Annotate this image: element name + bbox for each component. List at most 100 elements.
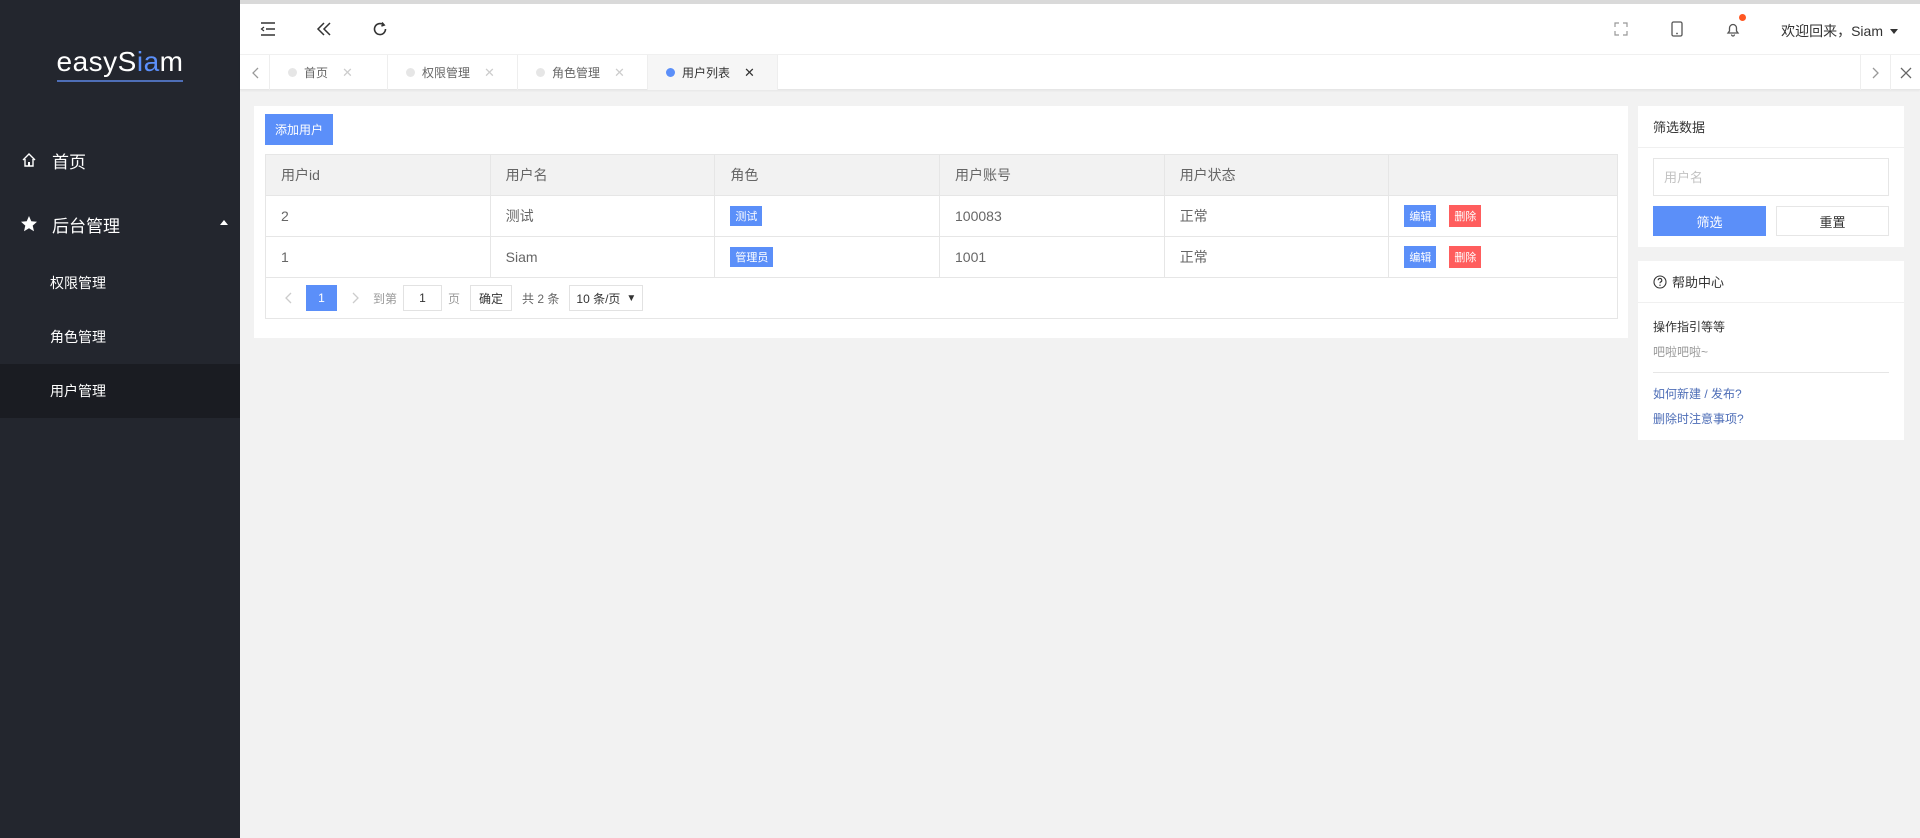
filter-button[interactable]: 筛选	[1653, 206, 1766, 236]
delete-button[interactable]: 删除	[1449, 205, 1482, 227]
tab-user-list[interactable]: 用户列表 ✕	[648, 55, 778, 90]
cell-role: 测试	[715, 196, 941, 236]
mobile-icon[interactable]	[1666, 18, 1688, 40]
cell-username: 测试	[491, 196, 716, 236]
column-header[interactable]: 用户名	[491, 155, 716, 195]
refresh-icon[interactable]	[369, 18, 391, 40]
tab-label: 首页	[304, 66, 329, 80]
tabs-scroll-left-icon[interactable]	[240, 55, 270, 90]
cell-role: 管理员	[715, 237, 941, 277]
user-list-card: 添加用户 用户id 用户名 角色 用户账号 用户状态 2 测试 测试 10008…	[254, 106, 1628, 338]
help-panel: 帮助中心 操作指引等等 吧啦吧啦~ 如何新建 / 发布? 删除时注意事项?	[1638, 261, 1904, 440]
close-icon[interactable]: ✕	[614, 65, 625, 81]
edit-button[interactable]: 编辑	[1404, 205, 1437, 227]
tab-dot	[666, 68, 675, 77]
pagination: 1 到第 页 确定 共 2 条 10 条/页 ▼	[266, 278, 1617, 318]
sidebar-item-label: 首页	[52, 152, 86, 172]
logo[interactable]: easySiam	[0, 0, 240, 128]
page-size-select[interactable]: 10 条/页 ▼	[569, 285, 644, 311]
username-filter-input[interactable]	[1653, 158, 1889, 196]
caret-down-icon	[1890, 28, 1898, 34]
help-subtitle: 操作指引等等	[1653, 320, 1726, 334]
help-description: 吧啦吧啦~	[1653, 343, 1889, 373]
sidebar-item-home[interactable]: 首页	[0, 128, 240, 192]
sidebar-subitem-label: 权限管理	[50, 275, 106, 291]
help-link-create-publish[interactable]: 如何新建 / 发布?	[1653, 385, 1889, 402]
home-icon	[20, 151, 38, 169]
role-badge: 管理员	[730, 247, 774, 267]
sidebar: easySiam 首页 后台管理 权限管理 角色管理 用户管理	[0, 0, 240, 838]
top-header: 欢迎回来，Siam	[240, 0, 1920, 55]
tab-label: 用户列表	[682, 66, 731, 80]
close-all-tabs-icon[interactable]	[1890, 55, 1920, 90]
column-header[interactable]: 用户账号	[940, 155, 1165, 195]
logo-prefix: easyS	[56, 46, 137, 77]
sidebar-item-backend[interactable]: 后台管理	[0, 192, 240, 256]
table-row[interactable]: 1 Siam 管理员 1001 正常 编辑 删除	[266, 237, 1617, 278]
cell-actions: 编辑 删除	[1389, 196, 1617, 236]
page-size-value: 10 条/页	[576, 291, 621, 306]
table-header: 用户id 用户名 角色 用户账号 用户状态	[266, 155, 1617, 196]
cell-account: 1001	[940, 237, 1165, 277]
sidebar-subitem-permissions[interactable]: 权限管理	[0, 256, 240, 310]
column-header[interactable]: 用户id	[266, 155, 491, 195]
bell-icon[interactable]	[1722, 14, 1746, 40]
add-user-button[interactable]: 添加用户	[265, 114, 334, 145]
cell-username: Siam	[491, 237, 716, 277]
user-table: 用户id 用户名 角色 用户账号 用户状态 2 测试 测试 100083 正常 …	[265, 154, 1618, 319]
edit-button[interactable]: 编辑	[1404, 246, 1437, 268]
page-unit-label: 页	[448, 291, 461, 306]
goto-confirm-button[interactable]: 确定	[470, 285, 513, 311]
prev-page-icon[interactable]	[276, 285, 300, 311]
tab-label: 权限管理	[422, 66, 471, 80]
reset-button[interactable]: 重置	[1776, 206, 1889, 236]
total-count: 共 2 条	[522, 291, 560, 306]
menu-fold-icon[interactable]	[257, 18, 279, 40]
tab-permissions[interactable]: 权限管理 ✕	[388, 55, 518, 90]
logo-accent: ia	[136, 46, 160, 77]
tab-home[interactable]: 首页 ✕	[270, 55, 388, 90]
sidebar-subitem-label: 角色管理	[50, 329, 106, 345]
goto-label: 到第	[373, 291, 398, 306]
tab-dot	[536, 68, 545, 77]
column-header[interactable]: 角色	[715, 155, 941, 195]
help-body: 操作指引等等 吧啦吧啦~ 如何新建 / 发布? 删除时注意事项?	[1638, 303, 1904, 427]
tab-roles[interactable]: 角色管理 ✕	[518, 55, 648, 90]
tab-label: 角色管理	[552, 66, 601, 80]
close-icon[interactable]: ✕	[744, 65, 755, 81]
cell-actions: 编辑 删除	[1389, 237, 1617, 277]
tabs-list: 首页 ✕ 权限管理 ✕ 角色管理 ✕ 用户列表 ✕	[270, 55, 778, 90]
cell-status: 正常	[1165, 237, 1390, 277]
tab-bar: 首页 ✕ 权限管理 ✕ 角色管理 ✕ 用户列表 ✕	[240, 55, 1920, 90]
user-menu[interactable]: 欢迎回来，Siam	[1781, 21, 1898, 41]
close-icon[interactable]: ✕	[342, 65, 353, 81]
sidebar-subitem-users[interactable]: 用户管理	[0, 364, 240, 418]
sidebar-subitem-roles[interactable]: 角色管理	[0, 310, 240, 364]
column-header[interactable]: 用户状态	[1165, 155, 1390, 195]
table-row[interactable]: 2 测试 测试 100083 正常 编辑 删除	[266, 196, 1617, 237]
help-panel-header: 帮助中心	[1638, 261, 1904, 303]
caret-down-icon: ▼	[626, 292, 637, 304]
sidebar-item-label: 后台管理	[52, 216, 120, 236]
cell-user-id: 2	[266, 196, 491, 236]
star-icon	[20, 215, 38, 233]
notification-dot	[1739, 14, 1746, 21]
filter-panel-title: 筛选数据	[1638, 106, 1904, 148]
column-header	[1389, 155, 1617, 195]
help-link-delete-notes[interactable]: 删除时注意事项?	[1653, 410, 1889, 427]
help-panel-title: 帮助中心	[1672, 275, 1725, 290]
delete-button[interactable]: 删除	[1449, 246, 1482, 268]
double-chevron-left-icon[interactable]	[313, 18, 335, 40]
close-icon[interactable]: ✕	[484, 65, 495, 81]
cell-account: 100083	[940, 196, 1165, 236]
cell-status: 正常	[1165, 196, 1390, 236]
next-page-icon[interactable]	[343, 285, 367, 311]
fullscreen-icon[interactable]	[1610, 18, 1632, 40]
caret-up-icon	[220, 220, 228, 225]
tabs-scroll-right-icon[interactable]	[1860, 55, 1890, 90]
question-circle-icon	[1653, 274, 1667, 289]
goto-page-input[interactable]	[403, 285, 443, 311]
cell-user-id: 1	[266, 237, 491, 277]
sidebar-subitem-label: 用户管理	[50, 383, 106, 399]
page-number-current[interactable]: 1	[306, 285, 337, 311]
